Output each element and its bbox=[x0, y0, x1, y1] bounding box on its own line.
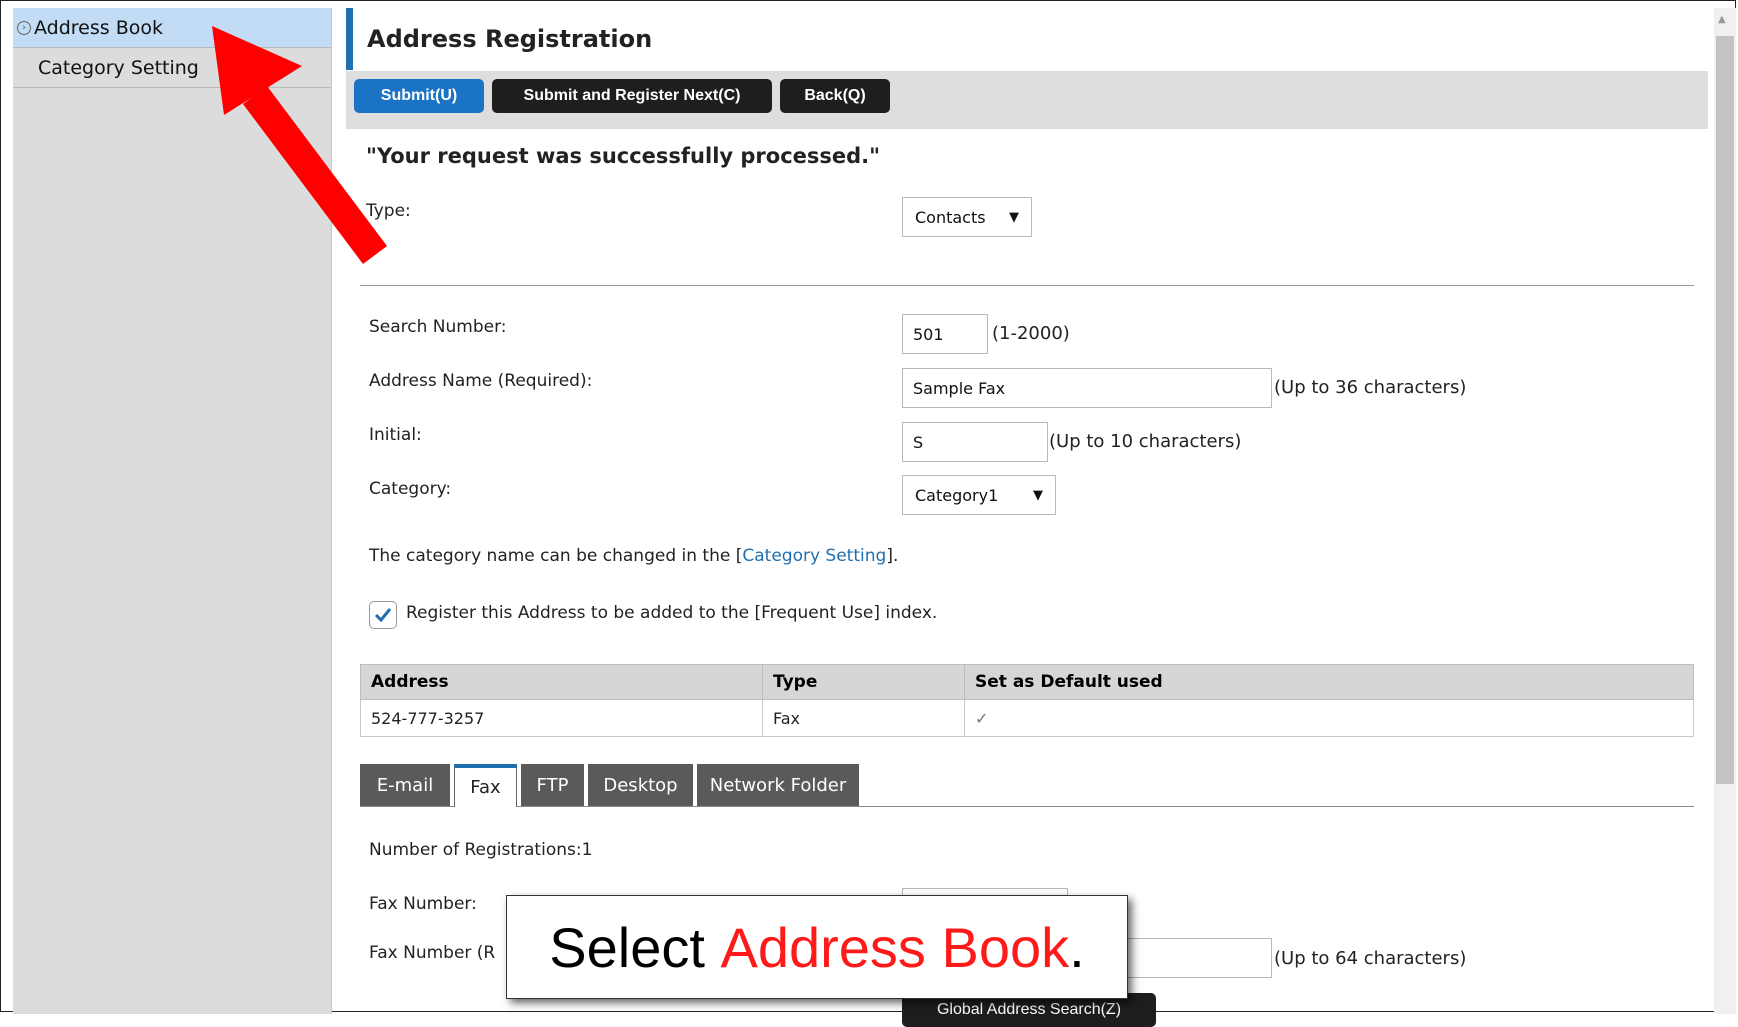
caption-prefix: Select bbox=[549, 915, 721, 979]
caption-suffix: . bbox=[1069, 915, 1085, 979]
instruction-caption: Select Address Book. bbox=[506, 895, 1128, 999]
caption-highlight: Address Book bbox=[720, 915, 1070, 979]
arrow-shaft bbox=[243, 86, 387, 264]
red-arrow-annotation bbox=[212, 26, 387, 264]
